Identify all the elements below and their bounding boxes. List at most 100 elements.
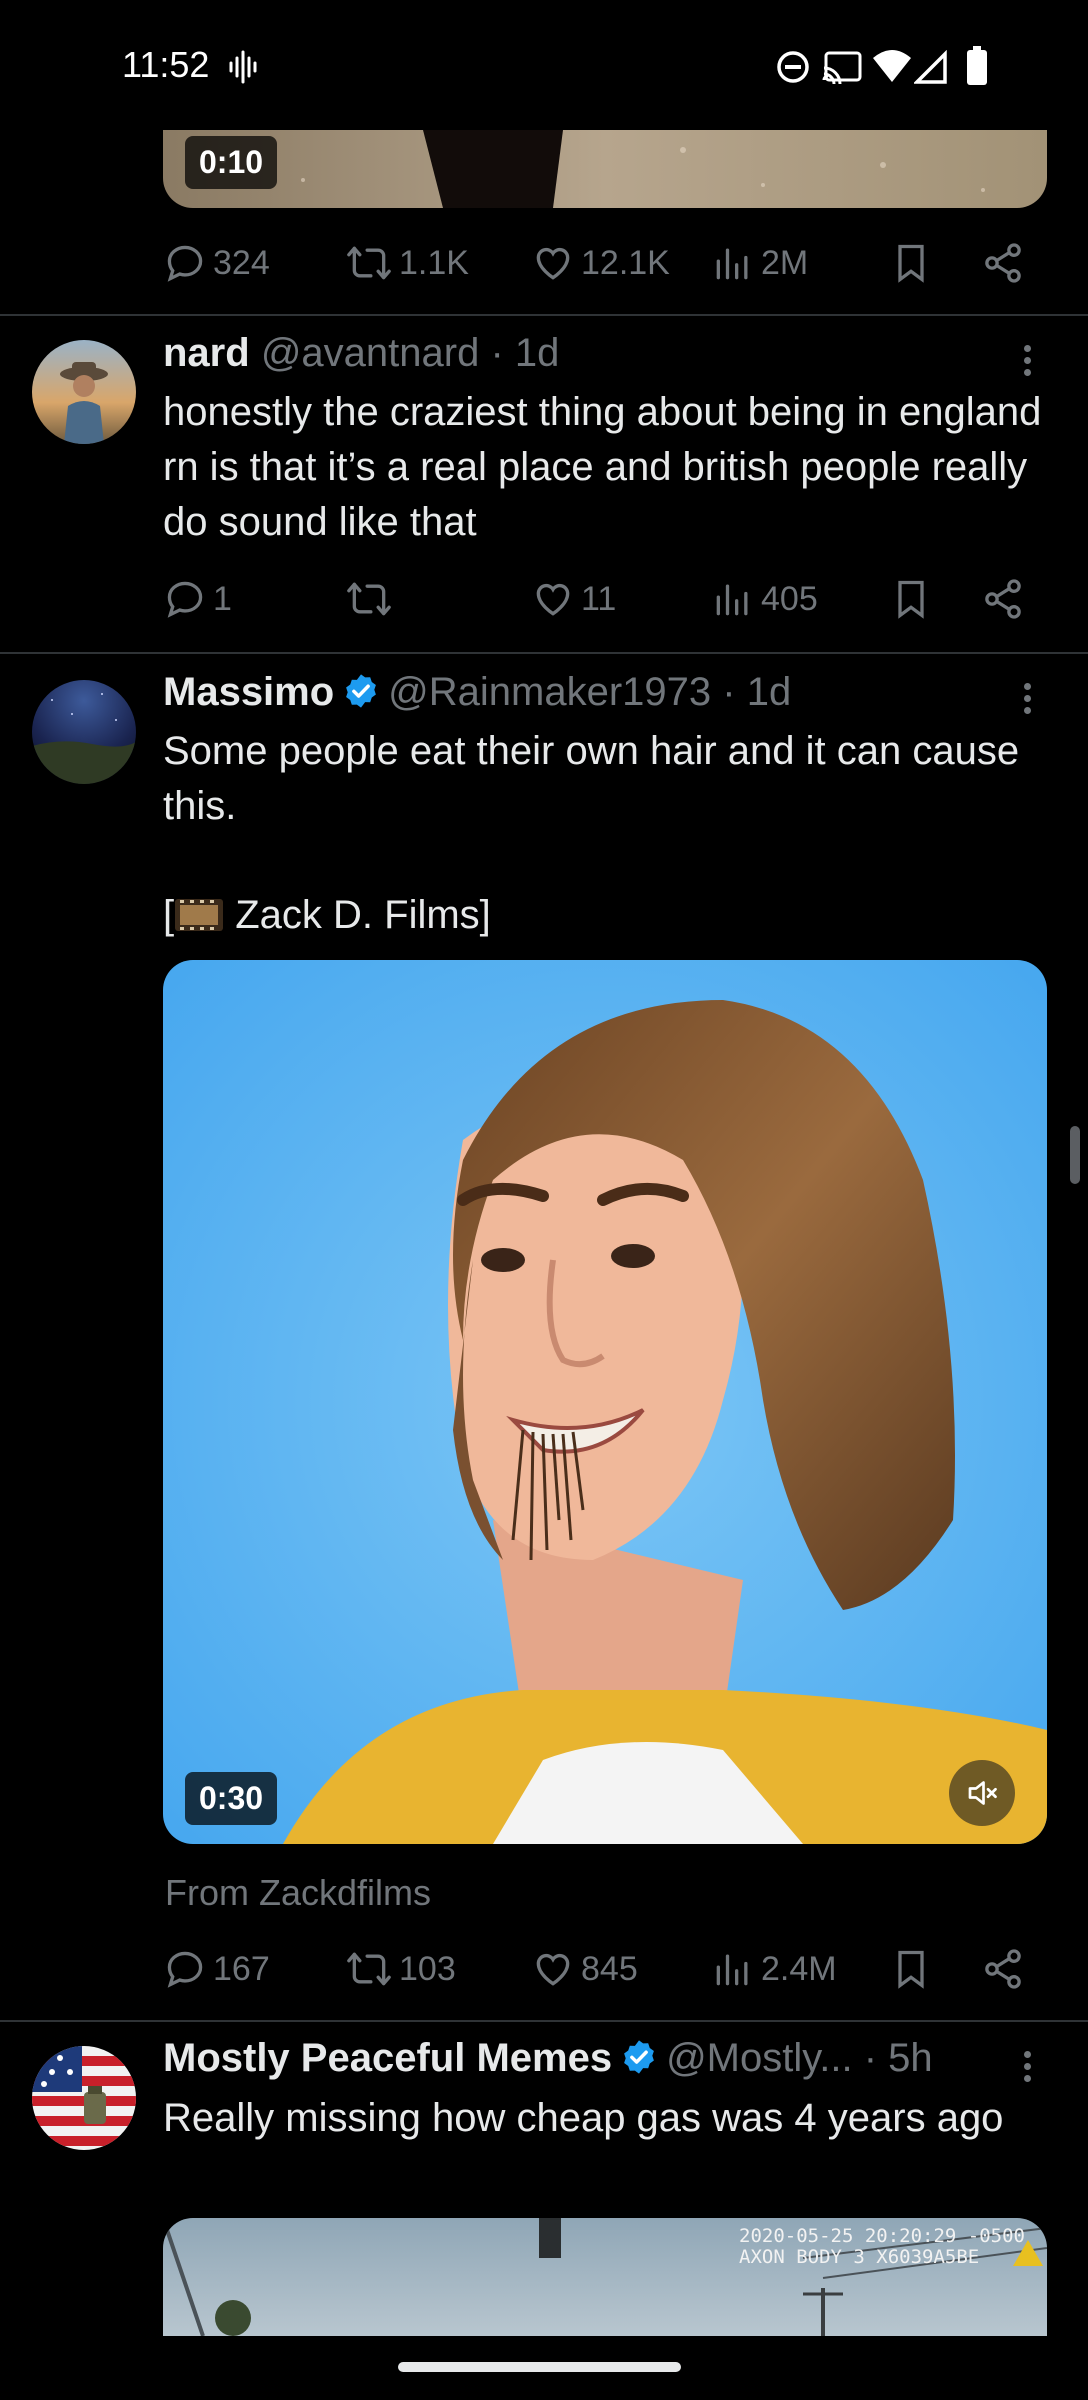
views-count: 405: [761, 579, 818, 618]
bookmark-icon[interactable]: [889, 240, 933, 286]
views-button[interactable]: 405: [711, 572, 818, 626]
retweet-count: 103: [399, 1949, 456, 1988]
cast-icon: [822, 51, 862, 84]
video-duration-badge: 0:10: [185, 136, 278, 189]
tweet-divider: [0, 2020, 1088, 2022]
author-handle[interactable]: @avantnard: [261, 331, 480, 375]
like-count: 845: [581, 1949, 638, 1988]
views-button[interactable]: 2.4M: [711, 1942, 837, 1996]
tweet-1-actions: 1 11 405: [163, 572, 1043, 626]
tweet-2-actions: 167 103 845 2.4M: [163, 1942, 1043, 1996]
heart-icon: [536, 248, 570, 280]
retweet-icon: [347, 582, 391, 616]
verified-badge-icon: [624, 2040, 654, 2075]
do-not-disturb-icon: [777, 51, 809, 83]
tweet-text: honestly the craziest thing about being …: [163, 390, 1042, 544]
share-icon[interactable]: [981, 1946, 1025, 1992]
more-options-icon[interactable]: [1012, 340, 1042, 384]
like-count: 12.1K: [581, 243, 670, 282]
views-icon: [716, 1954, 748, 1986]
views-button[interactable]: 2M: [711, 236, 808, 290]
share-icon[interactable]: [981, 240, 1025, 286]
like-button[interactable]: 845: [531, 1942, 638, 1996]
bodycam-device: AXON BODY 3 X6039A5BE: [739, 2246, 980, 2268]
film-frames-icon: [175, 899, 224, 931]
tweet-divider: [0, 314, 1088, 316]
mute-button[interactable]: [949, 1760, 1015, 1826]
tweet-2-video[interactable]: 0:30: [163, 960, 1047, 1844]
avatar[interactable]: [32, 680, 136, 784]
avatar[interactable]: [32, 340, 136, 444]
video-thumbnail: [163, 130, 1047, 208]
avatar-image: [32, 680, 136, 784]
author-name[interactable]: Mostly Peaceful Memes: [163, 2036, 612, 2080]
avatar-image: [32, 2046, 136, 2150]
tweet-age: · 1d: [722, 670, 792, 714]
share-icon[interactable]: [981, 576, 1025, 622]
more-options-icon[interactable]: [1012, 678, 1042, 722]
home-indicator[interactable]: [398, 2362, 681, 2372]
reply-count: 324: [213, 243, 270, 282]
tweet-1-header: nard @avantnard · 1d: [163, 331, 559, 376]
reply-button[interactable]: 167: [163, 1942, 270, 1996]
tweet-credit: [ Zack D. Films]: [163, 888, 1043, 943]
reply-button[interactable]: 1: [163, 572, 232, 626]
reply-count: 167: [213, 1949, 270, 1988]
credit-text: Zack D. Films]: [224, 893, 491, 937]
signal-icon: [914, 50, 947, 84]
tweet-age: · 5h: [863, 2036, 933, 2080]
avatar[interactable]: [32, 2046, 136, 2150]
bodycam-timestamp: 2020-05-25 20:20:29 -0500: [739, 2225, 1025, 2247]
media-source[interactable]: From Zackdfilms: [165, 1872, 431, 1914]
voice-activity-icon: [229, 50, 257, 84]
reply-icon: [167, 1951, 203, 1988]
heart-icon: [536, 584, 570, 616]
retweet-button[interactable]: 1.1K: [345, 236, 469, 290]
tweet-0-video[interactable]: 0:10: [163, 130, 1047, 208]
like-button[interactable]: 12.1K: [531, 236, 670, 290]
views-count: 2M: [761, 243, 809, 282]
tweet-text: Some people eat their own hair and it ca…: [163, 729, 1020, 828]
reply-count: 1: [213, 579, 232, 618]
retweet-count: 1.1K: [399, 243, 469, 282]
retweet-button[interactable]: 103: [345, 1942, 456, 1996]
tweet-0-actions: 324 1.1K 12.1K 2M: [163, 236, 1043, 290]
views-count: 2.4M: [761, 1949, 837, 1988]
status-bar: 11:52: [0, 0, 1088, 130]
warning-triangle-icon: [1013, 2240, 1043, 2266]
bookmark-icon[interactable]: [889, 576, 933, 622]
tweet-age: · 1d: [490, 331, 560, 375]
tweet-3-video[interactable]: 2020-05-25 20:20:29 -0500 AXON BODY 3 X6…: [163, 2218, 1047, 2336]
more-options-icon[interactable]: [1012, 2046, 1042, 2090]
video-duration-badge: 0:30: [185, 1772, 278, 1825]
wifi-icon: [873, 50, 911, 82]
views-icon: [716, 584, 748, 616]
author-name[interactable]: nard: [163, 331, 250, 375]
heart-icon: [536, 1954, 570, 1986]
retweet-button[interactable]: [345, 572, 399, 626]
author-handle[interactable]: @Rainmaker1973: [388, 670, 711, 714]
verified-badge-icon: [346, 674, 377, 709]
retweet-icon: [347, 1952, 391, 1986]
author-name[interactable]: Massimo: [163, 670, 334, 714]
bookmark-icon[interactable]: [889, 1946, 933, 1992]
tweet-divider: [0, 652, 1088, 654]
reply-icon: [167, 245, 203, 282]
like-count: 11: [581, 579, 617, 618]
bodycam-overlay: 2020-05-25 20:20:29 -0500 AXON BODY 3 X6…: [739, 2226, 1025, 2268]
reply-icon: [167, 581, 203, 618]
tweet-text: Really missing how cheap gas was 4 years…: [163, 2096, 1004, 2140]
scrollbar[interactable]: [1070, 1126, 1080, 1184]
battery-icon: [967, 46, 987, 85]
avatar-image: [32, 340, 136, 444]
video-thumbnail: [163, 960, 1047, 1844]
author-handle[interactable]: @Mostly...: [666, 2036, 853, 2080]
reply-button[interactable]: 324: [163, 236, 270, 290]
like-button[interactable]: 11: [531, 572, 616, 626]
tweet-2-header: Massimo @Rainmaker1973 · 1d: [163, 670, 791, 716]
mute-icon: [968, 1781, 997, 1805]
credit-bracket: [: [163, 893, 175, 937]
tweet-3-header: Mostly Peaceful Memes @Mostly... · 5h: [163, 2036, 933, 2082]
status-time: 11:52: [122, 44, 210, 85]
retweet-icon: [347, 246, 391, 280]
